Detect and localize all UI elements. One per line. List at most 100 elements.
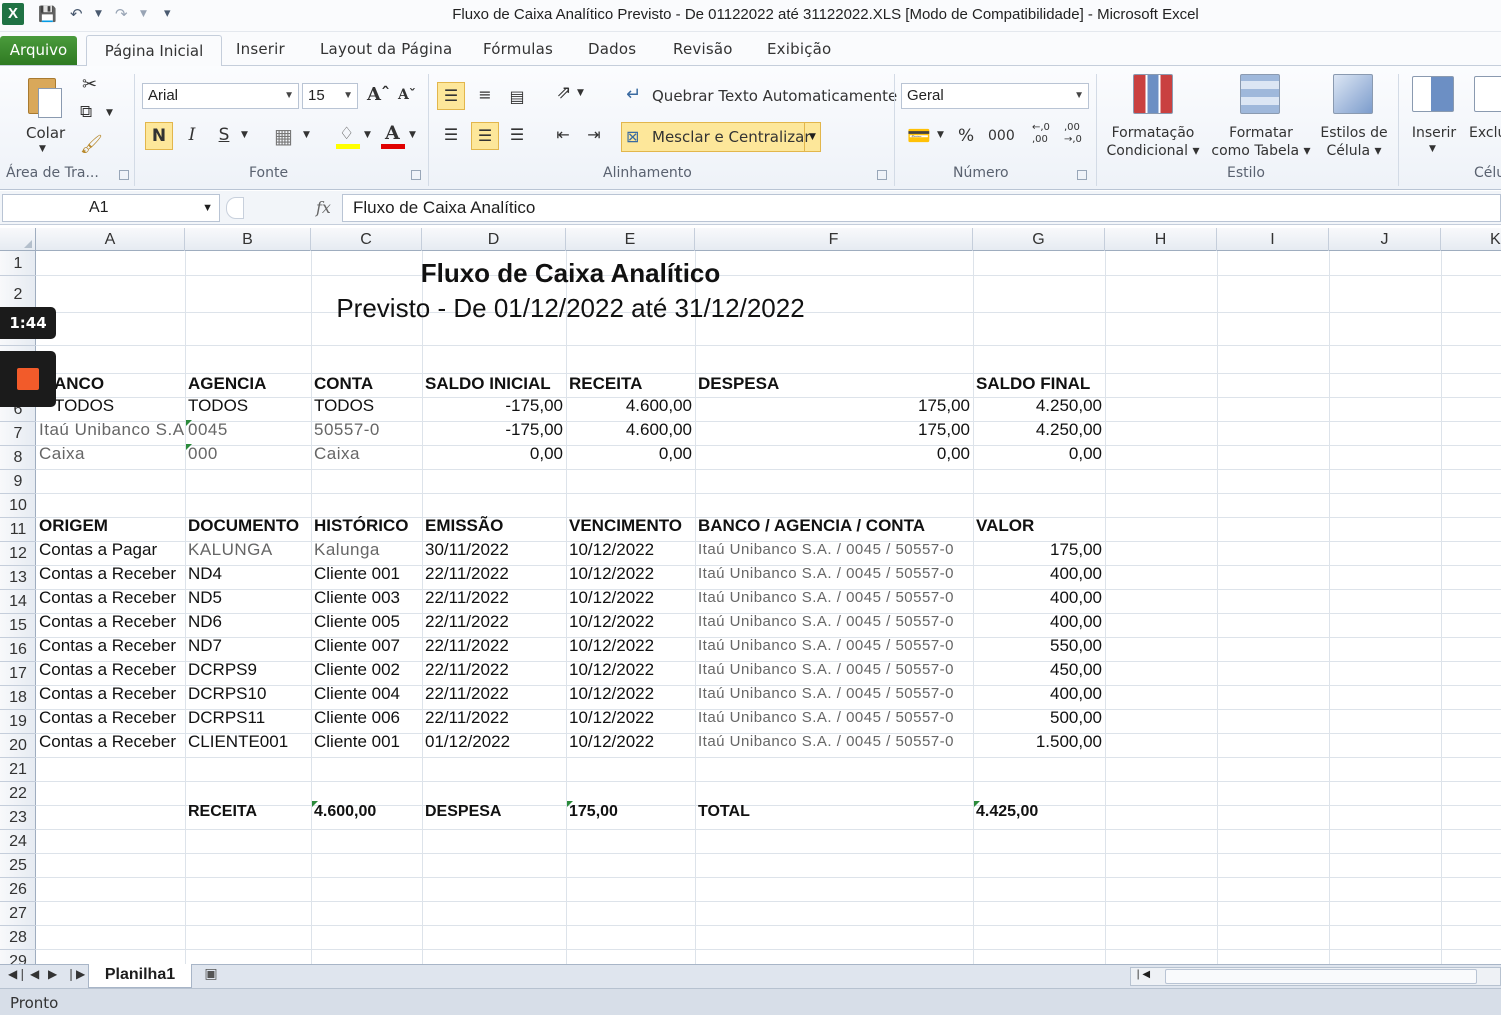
name-box[interactable]: A1 ▼ xyxy=(2,194,220,222)
detail-cell[interactable]: 01/12/2022 xyxy=(422,730,566,754)
align-middle-icon[interactable]: ≡ xyxy=(471,82,499,110)
detail-cell[interactable]: ND7 xyxy=(185,634,311,658)
row-header[interactable]: 28 xyxy=(0,926,36,950)
font-color-dropdown-icon[interactable]: ▼ xyxy=(409,130,416,140)
conditional-formatting-icon[interactable] xyxy=(1133,74,1173,114)
column-header[interactable]: I xyxy=(1217,228,1329,251)
row-header[interactable]: 13 xyxy=(0,566,36,590)
number-launcher-icon[interactable] xyxy=(1077,170,1087,180)
row-header[interactable]: 14 xyxy=(0,590,36,614)
percent-button[interactable]: % xyxy=(958,126,974,146)
detail-cell[interactable]: Itaú Unibanco S.A. / 0045 / 50557-0 xyxy=(695,562,973,586)
detail-cell[interactable]: Cliente 001 xyxy=(311,730,422,754)
column-header[interactable]: A xyxy=(36,228,185,251)
insert-cells-icon[interactable] xyxy=(1412,76,1454,112)
detail-cell[interactable]: Contas a Receber xyxy=(36,706,185,730)
clipboard-launcher-icon[interactable] xyxy=(119,170,129,180)
copy-icon[interactable]: ⧉ xyxy=(80,102,92,122)
insert-dropdown-icon[interactable]: ▼ xyxy=(1429,144,1436,154)
font-color-icon[interactable]: A xyxy=(381,122,405,150)
detail-cell[interactable]: 10/12/2022 xyxy=(566,706,695,730)
row-header[interactable]: 22 xyxy=(0,782,36,806)
detail-cell[interactable]: Cliente 004 xyxy=(311,682,422,706)
conditional-formatting-button[interactable]: Formatação Condicional ▾ xyxy=(1104,124,1202,160)
row-header[interactable]: 19 xyxy=(0,710,36,734)
bank-header-cell[interactable]: SALDO FINAL xyxy=(973,372,1105,396)
detail-cell[interactable]: 22/11/2022 xyxy=(422,562,566,586)
detail-header-cell[interactable]: DOCUMENTO xyxy=(185,514,311,538)
prev-sheet-icon[interactable]: ◀ xyxy=(30,967,39,981)
detail-cell[interactable]: 22/11/2022 xyxy=(422,682,566,706)
bank-cell[interactable]: Caixa xyxy=(36,442,185,466)
detail-cell[interactable]: Contas a Receber xyxy=(36,634,185,658)
detail-header-cell[interactable]: ORIGEM xyxy=(36,514,185,538)
decrease-indent-icon[interactable]: ⇤ xyxy=(549,122,577,150)
shrink-font-icon[interactable]: Aˇ xyxy=(398,87,416,103)
bank-cell[interactable]: -175,00 xyxy=(422,418,566,442)
borders-icon[interactable]: ▦ xyxy=(274,124,293,148)
tab-revisao[interactable]: Revisão xyxy=(673,40,733,58)
detail-cell[interactable]: ND5 xyxy=(185,586,311,610)
copy-dropdown-icon[interactable]: ▼ xyxy=(106,108,113,118)
row-header[interactable]: 10 xyxy=(0,494,36,518)
format-painter-icon[interactable]: 🖌 xyxy=(80,134,103,155)
tab-exibicao[interactable]: Exibição xyxy=(767,40,831,58)
detail-cell[interactable]: 22/11/2022 xyxy=(422,658,566,682)
bank-cell[interactable]: TODOS xyxy=(36,394,185,418)
detail-cell[interactable]: Contas a Receber xyxy=(36,658,185,682)
thousands-button[interactable]: 000 xyxy=(988,128,1015,144)
stop-recording-button[interactable] xyxy=(0,351,56,407)
delete-cells-button[interactable]: Exclu xyxy=(1469,124,1501,142)
detail-cell[interactable]: 400,00 xyxy=(973,562,1105,586)
detail-cell[interactable]: ND4 xyxy=(185,562,311,586)
format-as-table-icon[interactable] xyxy=(1240,74,1280,114)
detail-cell[interactable]: Itaú Unibanco S.A. / 0045 / 50557-0 xyxy=(695,586,973,610)
cut-icon[interactable]: ✂ xyxy=(82,74,97,95)
row-header[interactable]: 27 xyxy=(0,902,36,926)
row-header[interactable]: 24 xyxy=(0,830,36,854)
bank-header-cell[interactable]: AGENCIA xyxy=(185,372,311,396)
tab-pagina-inicial[interactable]: Página Inicial xyxy=(86,35,222,67)
tab-formulas[interactable]: Fórmulas xyxy=(483,40,553,58)
underline-dropdown-icon[interactable]: ▼ xyxy=(241,130,248,140)
bank-cell[interactable]: 0,00 xyxy=(695,442,973,466)
row-header[interactable]: 9 xyxy=(0,470,36,494)
paste-label[interactable]: Colar xyxy=(26,124,65,142)
detail-cell[interactable]: Kalunga xyxy=(311,538,422,562)
paste-dropdown-icon[interactable]: ▼ xyxy=(39,144,46,154)
alignment-launcher-icon[interactable] xyxy=(877,170,887,180)
detail-cell[interactable]: Itaú Unibanco S.A. / 0045 / 50557-0 xyxy=(695,538,973,562)
row-header[interactable]: 1 xyxy=(0,251,36,276)
detail-cell[interactable]: 450,00 xyxy=(973,658,1105,682)
paste-icon[interactable] xyxy=(26,74,64,118)
tab-inserir[interactable]: Inserir xyxy=(236,40,285,58)
row-header[interactable]: 26 xyxy=(0,878,36,902)
despesa-label[interactable]: DESPESA xyxy=(422,800,566,824)
bank-cell[interactable]: 175,00 xyxy=(695,394,973,418)
detail-cell[interactable]: 22/11/2022 xyxy=(422,586,566,610)
tab-arquivo[interactable]: Arquivo xyxy=(0,36,77,65)
detail-cell[interactable]: 10/12/2022 xyxy=(566,730,695,754)
bank-cell[interactable]: 4.600,00 xyxy=(566,418,695,442)
bank-cell[interactable]: 4.250,00 xyxy=(973,418,1105,442)
row-header[interactable]: 20 xyxy=(0,734,36,758)
column-header[interactable]: F xyxy=(695,228,973,251)
detail-cell[interactable]: 400,00 xyxy=(973,610,1105,634)
first-sheet-icon[interactable]: ◀❘ xyxy=(8,967,27,981)
bank-header-cell[interactable]: RECEITA xyxy=(566,372,695,396)
detail-cell[interactable]: 22/11/2022 xyxy=(422,610,566,634)
orientation-dropdown-icon[interactable]: ▼ xyxy=(577,88,584,98)
fill-color-icon[interactable]: ♢ xyxy=(336,124,360,150)
detail-cell[interactable]: 10/12/2022 xyxy=(566,538,695,562)
italic-button[interactable]: I xyxy=(178,122,206,150)
select-all-corner[interactable] xyxy=(0,228,36,251)
bank-header-cell[interactable]: DESPESA xyxy=(695,372,973,396)
tab-layout-da-pagina[interactable]: Layout da Página xyxy=(320,40,452,58)
column-header[interactable]: G xyxy=(973,228,1105,251)
detail-cell[interactable]: DCRPS11 xyxy=(185,706,311,730)
column-header[interactable]: E xyxy=(566,228,695,251)
decrease-decimal-button[interactable]: ,00 →,0 xyxy=(1064,122,1082,146)
bank-cell[interactable]: 175,00 xyxy=(695,418,973,442)
insert-function-button[interactable]: fx xyxy=(316,198,331,217)
orientation-icon[interactable]: ⇗ xyxy=(550,80,578,108)
